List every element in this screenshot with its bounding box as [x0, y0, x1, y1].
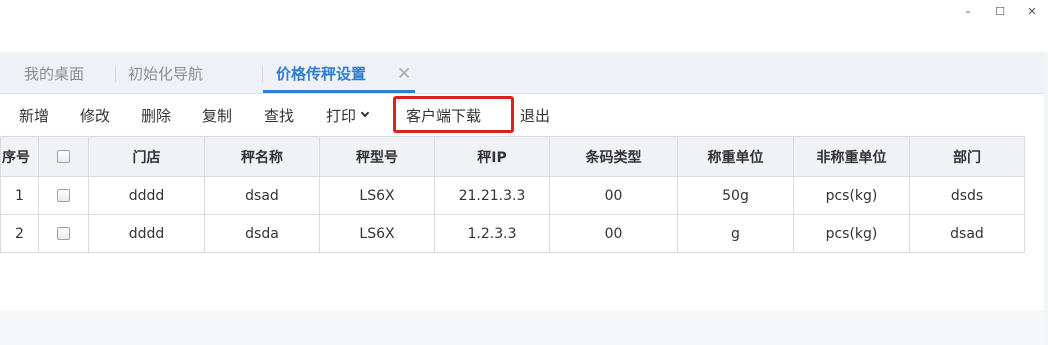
- window-controls: – ☐ ✕: [952, 0, 1048, 22]
- cell-weigh-unit: 50g: [677, 176, 794, 215]
- cell-index: 1: [0, 176, 39, 215]
- cell-store: dddd: [88, 214, 205, 253]
- print-label: 打印: [326, 106, 357, 125]
- cell-department: dsds: [909, 176, 1025, 215]
- tab-init-navigation[interactable]: 初始化导航: [128, 52, 203, 94]
- cell-non-weigh-unit: pcs(kg): [793, 214, 910, 253]
- tab-my-desktop[interactable]: 我的桌面: [24, 52, 84, 94]
- cell-index: 2: [0, 214, 39, 253]
- cell-department: dsad: [909, 214, 1025, 253]
- copy-button[interactable]: 复制: [202, 95, 232, 135]
- row-checkbox[interactable]: [57, 227, 70, 240]
- minimize-button[interactable]: –: [952, 0, 984, 22]
- cell-scale-name: dsda: [204, 214, 320, 253]
- find-button[interactable]: 查找: [264, 95, 294, 135]
- column-header-non-weigh-unit[interactable]: 非称重单位: [793, 136, 910, 177]
- column-header-index: 序号: [0, 136, 39, 177]
- toolbar: 新增 修改 删除 复制 查找 打印 客户端下载 退出: [0, 95, 1044, 135]
- column-header-store[interactable]: 门店: [88, 136, 205, 177]
- tab-bar: 我的桌面 初始化导航 价格传秤设置 ✕: [0, 52, 1044, 94]
- cell-store: dddd: [88, 176, 205, 215]
- table-header-row: 序号 门店 秤名称 秤型号 秤IP 条码类型 称重单位 非称重单位 部门: [0, 136, 1025, 177]
- table-row[interactable]: 2 dddd dsda LS6X 1.2.3.3 00 g pcs(kg) ds…: [0, 214, 1025, 253]
- cell-scale-name: dsad: [204, 176, 320, 215]
- add-button[interactable]: 新增: [19, 95, 49, 135]
- cell-scale-ip: 21.21.3.3: [434, 176, 550, 215]
- delete-button[interactable]: 删除: [141, 95, 171, 135]
- cell-barcode-type: 00: [549, 214, 678, 253]
- chevron-down-icon: [360, 108, 370, 118]
- close-window-button[interactable]: ✕: [1016, 0, 1048, 22]
- scrollbar-track[interactable]: [1044, 52, 1048, 345]
- table-row[interactable]: 1 dddd dsad LS6X 21.21.3.3 00 50g pcs(kg…: [0, 176, 1025, 215]
- cell-non-weigh-unit: pcs(kg): [793, 176, 910, 215]
- edit-button[interactable]: 修改: [80, 95, 110, 135]
- cell-select[interactable]: [38, 214, 89, 253]
- column-header-weigh-unit[interactable]: 称重单位: [677, 136, 794, 177]
- column-header-scale-ip[interactable]: 秤IP: [434, 136, 550, 177]
- cell-select[interactable]: [38, 176, 89, 215]
- highlight-annotation-box: [393, 96, 514, 133]
- column-header-select-all[interactable]: [38, 136, 89, 177]
- column-header-scale-name[interactable]: 秤名称: [204, 136, 320, 177]
- grid-footer-area: [0, 310, 1044, 345]
- cell-scale-ip: 1.2.3.3: [434, 214, 550, 253]
- column-header-department[interactable]: 部门: [909, 136, 1025, 177]
- column-header-barcode-type[interactable]: 条码类型: [549, 136, 678, 177]
- app-window: – ☐ ✕ 我的桌面 初始化导航 价格传秤设置 ✕ 新增 修改 删除 复制 查找…: [0, 0, 1048, 345]
- cell-scale-model: LS6X: [319, 214, 435, 253]
- tab-divider: [262, 66, 263, 82]
- cell-scale-model: LS6X: [319, 176, 435, 215]
- scale-settings-table: 序号 门店 秤名称 秤型号 秤IP 条码类型 称重单位 非称重单位 部门 1 d…: [0, 136, 1025, 253]
- exit-button[interactable]: 退出: [520, 95, 550, 135]
- print-dropdown-button[interactable]: 打印: [326, 95, 370, 135]
- active-tab-indicator: [263, 90, 415, 93]
- tab-divider: [115, 66, 116, 82]
- maximize-button[interactable]: ☐: [984, 0, 1016, 22]
- column-header-scale-model[interactable]: 秤型号: [319, 136, 435, 177]
- row-checkbox[interactable]: [57, 189, 70, 202]
- select-all-checkbox[interactable]: [57, 150, 70, 163]
- tab-close-icon[interactable]: ✕: [397, 64, 411, 84]
- cell-barcode-type: 00: [549, 176, 678, 215]
- tab-price-scale-settings[interactable]: 价格传秤设置: [276, 52, 366, 94]
- cell-weigh-unit: g: [677, 214, 794, 253]
